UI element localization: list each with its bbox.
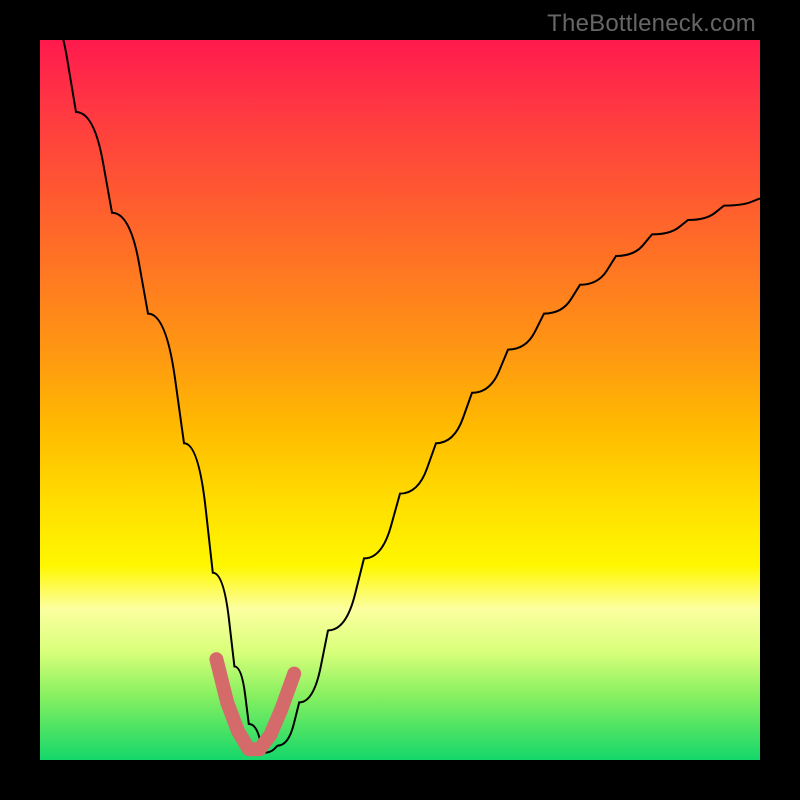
- chart-plot-area: [40, 40, 760, 760]
- bottleneck-curve-svg: [40, 40, 760, 760]
- bottleneck-valley-highlight: [216, 659, 294, 749]
- watermark-text: TheBottleneck.com: [547, 10, 756, 38]
- bottleneck-curve-path: [40, 40, 760, 753]
